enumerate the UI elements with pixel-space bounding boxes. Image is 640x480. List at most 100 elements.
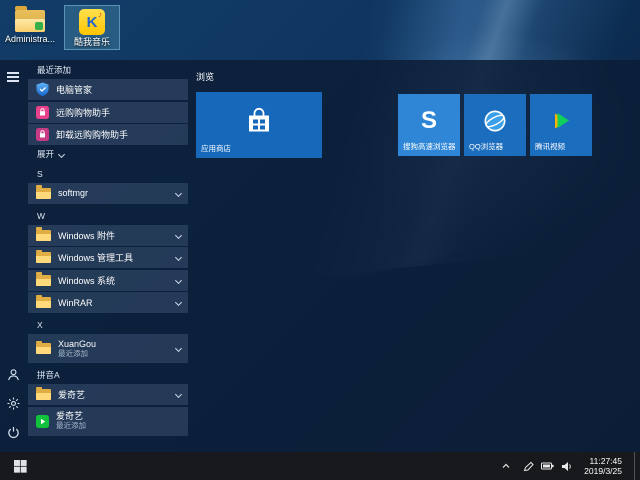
folder-icon xyxy=(36,275,51,286)
app-item-label: 远购购物助手 xyxy=(56,106,110,119)
tile-label: QQ浏览器 xyxy=(469,141,503,152)
app-item-label: 爱奇艺 xyxy=(56,411,86,421)
show-desktop-button[interactable] xyxy=(634,452,638,480)
start-menu: 最近添加 电脑管家 远购购物助手 卸载远购购物助手 xyxy=(0,60,640,452)
battery-tray-button[interactable] xyxy=(541,461,554,471)
folder-item-xuangou[interactable]: XuanGou 最近添加 xyxy=(28,334,188,363)
pen-tray-button[interactable] xyxy=(523,461,534,472)
volume-icon xyxy=(561,461,573,472)
user-icon xyxy=(7,368,20,381)
folder-item-label: Windows 附件 xyxy=(58,229,115,242)
app-item-iqiyi[interactable]: 爱奇艺 最近添加 xyxy=(28,407,188,436)
folder-item-label: Windows 管理工具 xyxy=(58,251,133,264)
power-icon xyxy=(7,426,20,439)
folder-item-label: Windows 系统 xyxy=(58,274,115,287)
folder-item-windows-admin-tools[interactable]: Windows 管理工具 xyxy=(28,247,188,268)
chevron-down-icon xyxy=(175,276,182,283)
start-menu-rail xyxy=(0,60,26,452)
desktop-icon-kuwo-music[interactable]: K ♪ 酷我音乐 xyxy=(64,5,120,50)
app-item-uninstall-yuangou[interactable]: 卸载远购购物助手 xyxy=(28,124,188,145)
clock-date: 2019/3/25 xyxy=(584,466,622,476)
clock-time: 11:27:45 xyxy=(584,456,622,466)
folder-item-softmgr[interactable]: softmgr xyxy=(28,183,188,204)
tile-app-store[interactable]: 应用商店 xyxy=(196,92,322,158)
group-header-x[interactable]: X xyxy=(28,319,188,331)
tile-label: 应用商店 xyxy=(201,143,231,154)
recently-added-sublabel: 最近添加 xyxy=(58,349,96,359)
tile-tencent-video[interactable]: 腾讯视频 xyxy=(530,94,592,156)
taskbar: 11:27:45 2019/3/25 xyxy=(0,452,640,480)
qq-browser-icon xyxy=(483,109,507,133)
folder-icon xyxy=(36,389,51,400)
folder-item-label: WinRAR xyxy=(58,298,93,308)
hidden-icons-button[interactable] xyxy=(501,461,511,471)
settings-button[interactable] xyxy=(0,391,26,415)
group-header-label: W xyxy=(37,211,45,221)
chevron-down-icon xyxy=(175,345,182,352)
chevron-down-icon xyxy=(175,299,182,306)
shopping-bag-icon xyxy=(36,106,49,119)
group-header-label: S xyxy=(37,169,43,179)
desktop-icon-label: Administra... xyxy=(5,34,55,44)
folder-icon xyxy=(36,188,51,199)
folder-icon xyxy=(36,230,51,241)
folder-icon xyxy=(36,252,51,263)
desktop-icon-area: Administra... K ♪ 酷我音乐 xyxy=(2,5,120,50)
expand-button[interactable]: 展开 xyxy=(28,147,188,162)
folder-item-label: 爱奇艺 xyxy=(58,388,85,401)
group-header-label: 拼音A xyxy=(37,369,60,381)
folder-item-iqiyi[interactable]: 爱奇艺 xyxy=(28,384,188,405)
group-header-label: 最近添加 xyxy=(37,64,71,76)
user-account-button[interactable] xyxy=(0,362,26,386)
user-folder-icon xyxy=(15,10,45,32)
iqiyi-icon xyxy=(36,415,49,428)
hamburger-icon xyxy=(7,72,19,82)
chevron-down-icon xyxy=(58,150,65,157)
tile-label: 搜狗高速浏览器 xyxy=(403,141,456,152)
desktop-icon-label: 酷我音乐 xyxy=(74,37,110,47)
start-button[interactable] xyxy=(0,452,40,480)
app-item-label: 电脑管家 xyxy=(56,83,92,96)
menu-hamburger-button[interactable] xyxy=(0,60,26,84)
chevron-up-icon xyxy=(501,461,511,471)
app-item-pc-manager[interactable]: 电脑管家 xyxy=(28,79,188,100)
app-list: 最近添加 电脑管家 远购购物助手 卸载远购购物助手 xyxy=(28,64,188,437)
group-header-w[interactable]: W xyxy=(28,210,188,222)
folder-icon xyxy=(36,297,51,308)
tile-sogou-browser[interactable]: S 搜狗高速浏览器 xyxy=(398,94,460,156)
chevron-down-icon xyxy=(175,231,182,238)
kuwo-music-icon: K ♪ xyxy=(79,9,105,35)
desktop: Administra... K ♪ 酷我音乐 xyxy=(0,0,640,480)
tile-label: 腾讯视频 xyxy=(535,141,565,152)
gear-icon xyxy=(7,397,20,410)
group-header-pinyin-a[interactable]: 拼音A xyxy=(28,369,188,381)
tile-section-header: 浏览 xyxy=(196,70,214,83)
pen-icon xyxy=(523,461,534,472)
chevron-down-icon xyxy=(175,391,182,398)
expand-label: 展开 xyxy=(37,148,54,160)
power-button[interactable] xyxy=(0,420,26,444)
folder-item-windows-system[interactable]: Windows 系统 xyxy=(28,270,188,291)
group-header-label: X xyxy=(37,320,43,330)
windows-logo-icon xyxy=(14,460,27,473)
taskbar-clock[interactable]: 11:27:45 2019/3/25 xyxy=(584,456,622,476)
chevron-down-icon xyxy=(175,254,182,261)
chevron-down-icon xyxy=(175,189,182,196)
volume-tray-button[interactable] xyxy=(561,461,573,472)
folder-item-label: softmgr xyxy=(58,188,88,198)
shopping-bag-icon xyxy=(36,128,49,141)
desktop-icon-administrator[interactable]: Administra... xyxy=(2,5,58,50)
store-icon xyxy=(244,108,274,135)
folder-item-label: XuanGou xyxy=(58,339,96,349)
group-header-s[interactable]: S xyxy=(28,168,188,180)
sogou-icon: S xyxy=(421,107,437,135)
folder-item-windows-accessories[interactable]: Windows 附件 xyxy=(28,225,188,246)
shield-icon xyxy=(36,82,49,97)
recently-added-sublabel: 最近添加 xyxy=(56,421,86,431)
tencent-video-icon xyxy=(549,109,573,133)
folder-item-winrar[interactable]: WinRAR xyxy=(28,292,188,313)
app-item-yuangou-assistant[interactable]: 远购购物助手 xyxy=(28,102,188,123)
group-header-recently-added[interactable]: 最近添加 xyxy=(28,64,188,76)
system-tray: 11:27:45 2019/3/25 xyxy=(501,452,640,480)
tile-qq-browser[interactable]: QQ浏览器 xyxy=(464,94,526,156)
